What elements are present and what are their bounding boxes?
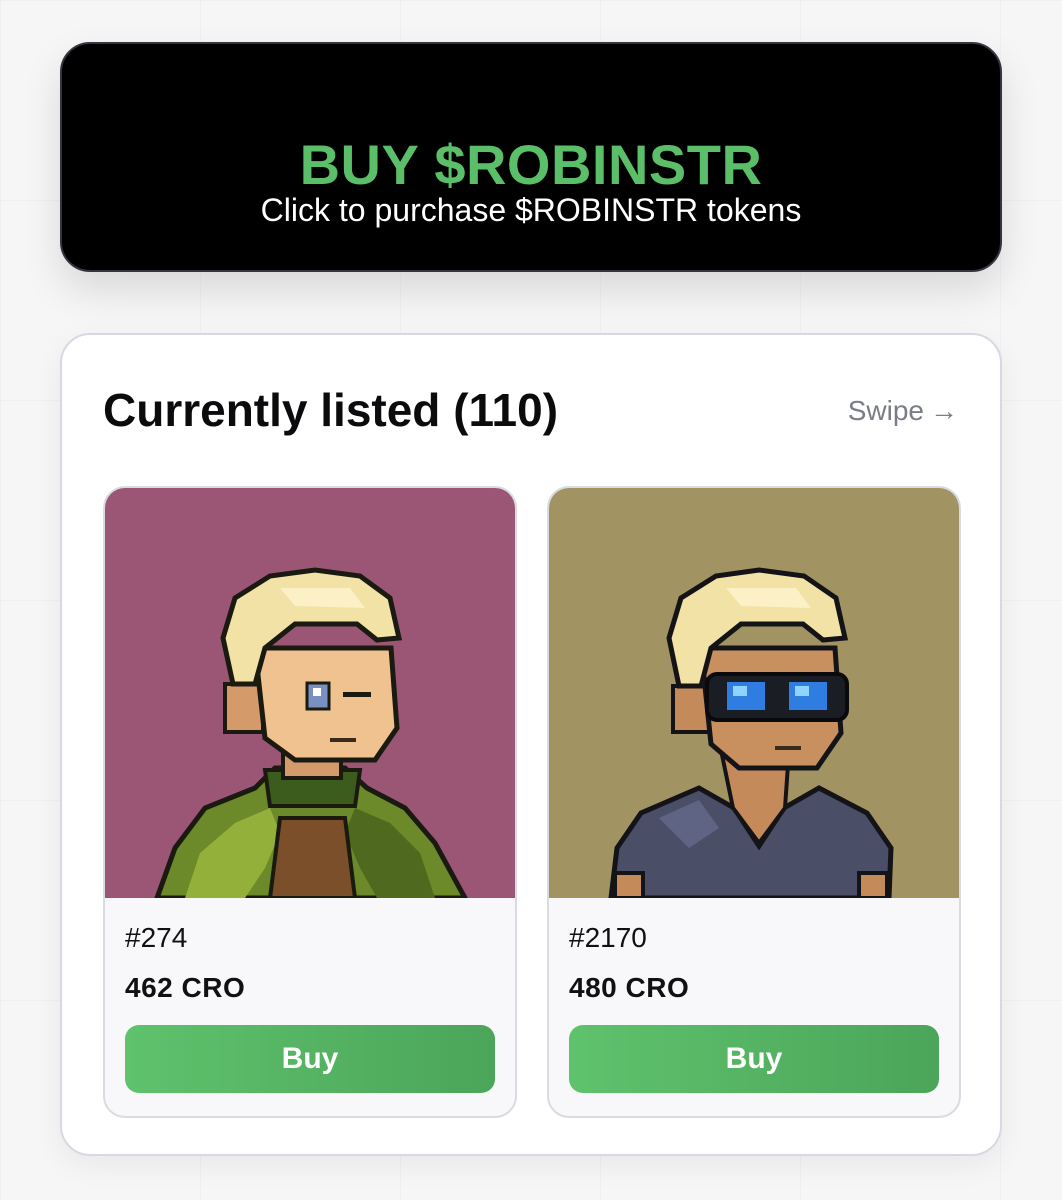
nft-image[interactable]	[105, 488, 515, 898]
listing-title: Currently listed (110)	[103, 384, 559, 436]
pixel-avatar-green-cloak-icon	[105, 488, 515, 898]
nft-id: #2170	[569, 922, 647, 953]
listing-card[interactable]: #2170 480 CRO Buy	[547, 486, 961, 1118]
buy-button[interactable]: Buy	[125, 1025, 495, 1093]
nft-price: 462 CRO	[125, 972, 246, 1003]
listing-panel: Currently listed (110) Swipe → #274 462 …	[60, 333, 1002, 1156]
arrow-right-icon: →	[930, 395, 958, 426]
buy-button[interactable]: Buy	[569, 1025, 939, 1093]
swipe-label: Swipe	[847, 395, 924, 426]
nft-id: #274	[125, 922, 188, 953]
pixel-avatar-goggles-icon	[549, 488, 959, 898]
banner-title: BUY $ROBINSTR	[299, 133, 763, 196]
banner-subtitle: Click to purchase $ROBINSTR tokens	[260, 192, 802, 228]
listing-card[interactable]: #274 462 CRO Buy	[103, 486, 517, 1118]
swipe-hint[interactable]: Swipe →	[848, 395, 958, 427]
nft-image[interactable]	[549, 488, 959, 898]
nft-price: 480 CRO	[569, 972, 690, 1003]
buy-token-banner[interactable]: BUY $ROBINSTR Click to purchase $ROBINST…	[60, 42, 1002, 272]
